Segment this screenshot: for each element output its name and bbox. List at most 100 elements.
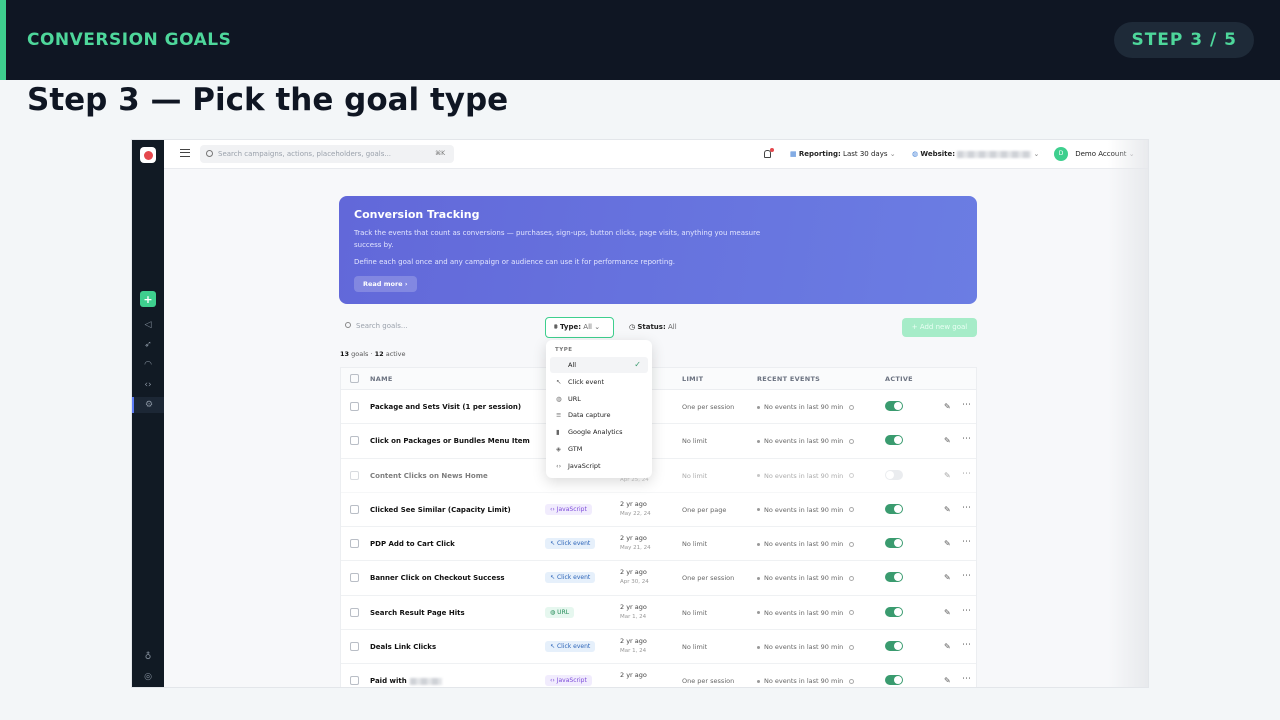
status-dot bbox=[757, 542, 760, 546]
edit-icon[interactable]: ✎ bbox=[944, 436, 951, 445]
code-icon[interactable]: ‹› bbox=[140, 377, 156, 393]
row-checkbox[interactable] bbox=[350, 504, 359, 514]
recent-events: No events in last 90 min bbox=[757, 540, 855, 548]
type-option-url[interactable]: ◍ URL bbox=[550, 391, 648, 407]
type-option-gtm[interactable]: ◈ GTM bbox=[550, 441, 648, 457]
goals-search-input[interactable]: Search goals... bbox=[340, 318, 520, 334]
goal-name[interactable]: Content Clicks on News Home bbox=[370, 472, 488, 480]
table-row[interactable]: Banner Click on Checkout Success ↖ Click … bbox=[341, 561, 976, 596]
banner-title: Conversion Tracking bbox=[354, 208, 480, 221]
active-toggle[interactable] bbox=[885, 572, 903, 583]
edit-icon[interactable]: ✎ bbox=[944, 573, 951, 582]
table-row[interactable]: Content Clicks on News Home Apr 25, 24 No … bbox=[341, 459, 976, 493]
status-dot bbox=[757, 474, 760, 478]
redacted-website bbox=[957, 150, 1032, 158]
active-toggle[interactable] bbox=[885, 503, 903, 514]
more-options-icon[interactable]: ⋯ bbox=[962, 537, 971, 547]
reporting-selector[interactable]: ▦ Reporting: Last 30 days ⌄ bbox=[790, 140, 896, 169]
row-checkbox[interactable] bbox=[350, 402, 359, 411]
edit-icon[interactable]: ✎ bbox=[944, 505, 951, 514]
active-toggle[interactable] bbox=[885, 641, 903, 652]
row-checkbox[interactable] bbox=[350, 436, 359, 446]
bulb-icon[interactable]: ♁ bbox=[140, 649, 156, 665]
settings-icon[interactable]: ⚙ bbox=[132, 397, 164, 413]
type-filter[interactable]: ⩩ Type: All ⌄ bbox=[545, 317, 614, 338]
table-row[interactable]: Package and Sets Visit (1 per session) On… bbox=[341, 390, 976, 425]
active-toggle[interactable] bbox=[885, 675, 903, 686]
type-dropdown-menu: TYPE All ✓ ↖ Click event ◍ URL ≡ Data capture ▮ G… bbox=[546, 340, 652, 478]
type-option-data-capture[interactable]: ≡ Data capture bbox=[550, 407, 648, 423]
more-options-icon[interactable]: ⋯ bbox=[962, 400, 971, 410]
goal-name[interactable]: Click on Packages or Bundles Menu Item bbox=[370, 437, 530, 445]
limit-value: No limit bbox=[682, 643, 708, 652]
app-logo[interactable] bbox=[140, 147, 156, 163]
goal-name[interactable]: Package and Sets Visit (1 per session) bbox=[370, 403, 521, 411]
goal-name[interactable]: PDP Add to Cart Click bbox=[370, 540, 455, 548]
website-selector[interactable]: ◍ Website: ⌄ bbox=[912, 140, 1039, 169]
type-option-javascript[interactable]: ‹› JavaScript bbox=[550, 458, 648, 474]
more-options-icon[interactable]: ⋯ bbox=[962, 434, 971, 444]
more-options-icon[interactable]: ⋯ bbox=[962, 571, 971, 581]
row-checkbox[interactable] bbox=[350, 607, 359, 617]
more-options-icon[interactable]: ⋯ bbox=[962, 469, 971, 479]
goal-name[interactable]: Deals Link Clicks bbox=[370, 643, 436, 651]
help-icon[interactable]: ◎ bbox=[140, 669, 156, 685]
limit-value: One per session bbox=[682, 677, 735, 686]
megaphone-icon[interactable]: ◁ bbox=[140, 317, 156, 333]
rocket-icon[interactable]: ➶ bbox=[140, 337, 156, 353]
plus-icon[interactable]: + bbox=[140, 291, 156, 307]
read-more-button[interactable]: Read more › bbox=[354, 276, 417, 292]
add-new-goal-button[interactable]: + Add new goal bbox=[902, 318, 977, 337]
refresh-icon bbox=[849, 404, 855, 410]
type-badge: ◍ URL bbox=[545, 606, 575, 618]
goal-name[interactable]: Search Result Page Hits bbox=[370, 609, 465, 617]
edit-icon[interactable]: ✎ bbox=[944, 539, 951, 548]
table-row[interactable]: Search Result Page Hits ◍ URL 2 yr ago Mar … bbox=[341, 596, 976, 631]
active-toggle[interactable] bbox=[885, 606, 903, 617]
row-checkbox[interactable] bbox=[350, 642, 359, 652]
select-all-checkbox[interactable] bbox=[350, 374, 359, 383]
goals-table: NAME LIMIT RECENT EVENTS ACTIVE Package … bbox=[340, 367, 977, 687]
gauge-icon[interactable]: ◠ bbox=[140, 357, 156, 373]
status-filter[interactable]: ◷ Status: All ⌄ bbox=[620, 317, 690, 350]
row-checkbox[interactable] bbox=[350, 539, 359, 549]
row-checkbox[interactable] bbox=[350, 676, 359, 686]
notifications-button[interactable] bbox=[764, 140, 774, 169]
active-toggle[interactable] bbox=[885, 469, 903, 480]
edit-icon[interactable]: ✎ bbox=[944, 608, 951, 617]
table-row[interactable]: Deals Link Clicks ↖ Click event 2 yr ago Ma… bbox=[341, 630, 976, 665]
more-options-icon[interactable]: ⋯ bbox=[962, 640, 971, 650]
edit-icon[interactable]: ✎ bbox=[944, 471, 951, 480]
limit-value: One per session bbox=[682, 403, 735, 411]
type-option-all[interactable]: All ✓ bbox=[550, 357, 648, 373]
chevron-down-icon: ⌄ bbox=[594, 323, 601, 331]
goal-name[interactable]: Paid with bbox=[370, 677, 442, 685]
limit-value: One per page bbox=[682, 505, 727, 514]
table-row[interactable]: Click on Packages or Bundles Menu Item No… bbox=[341, 424, 976, 459]
edit-icon[interactable]: ✎ bbox=[944, 676, 951, 685]
goal-name[interactable]: Clicked See Similar (Capacity Limit) bbox=[370, 506, 511, 514]
updated-relative: 2 yr ago bbox=[620, 637, 647, 646]
row-checkbox[interactable] bbox=[350, 573, 359, 583]
more-options-icon[interactable]: ⋯ bbox=[962, 503, 971, 513]
more-options-icon[interactable]: ⋯ bbox=[962, 674, 971, 684]
type-option-google-analytics[interactable]: ▮ Google Analytics bbox=[550, 424, 648, 440]
menu-icon[interactable] bbox=[180, 149, 190, 157]
row-checkbox[interactable] bbox=[350, 470, 359, 480]
cursor-icon: ↖ bbox=[556, 377, 562, 386]
table-row[interactable]: Paid with ‹› JavaScript 2 yr ago One per se… bbox=[341, 664, 976, 687]
global-search-input[interactable]: Search campaigns, actions, placeholders,… bbox=[200, 145, 454, 163]
type-badge: ‹› JavaScript bbox=[545, 503, 592, 515]
edit-icon[interactable]: ✎ bbox=[944, 402, 951, 411]
active-toggle[interactable] bbox=[885, 538, 903, 549]
goal-name[interactable]: Banner Click on Checkout Success bbox=[370, 574, 505, 582]
table-row[interactable]: Clicked See Similar (Capacity Limit) ‹› J… bbox=[341, 493, 976, 528]
edit-icon[interactable]: ✎ bbox=[944, 642, 951, 651]
search-icon bbox=[206, 150, 213, 157]
recent-events: No events in last 90 min bbox=[757, 677, 855, 685]
more-options-icon[interactable]: ⋯ bbox=[962, 606, 971, 616]
type-option-click-event[interactable]: ↖ Click event bbox=[550, 374, 648, 390]
active-toggle[interactable] bbox=[885, 401, 903, 411]
table-row[interactable]: PDP Add to Cart Click ↖ Click event 2 yr a… bbox=[341, 527, 976, 562]
active-toggle[interactable] bbox=[885, 435, 903, 446]
